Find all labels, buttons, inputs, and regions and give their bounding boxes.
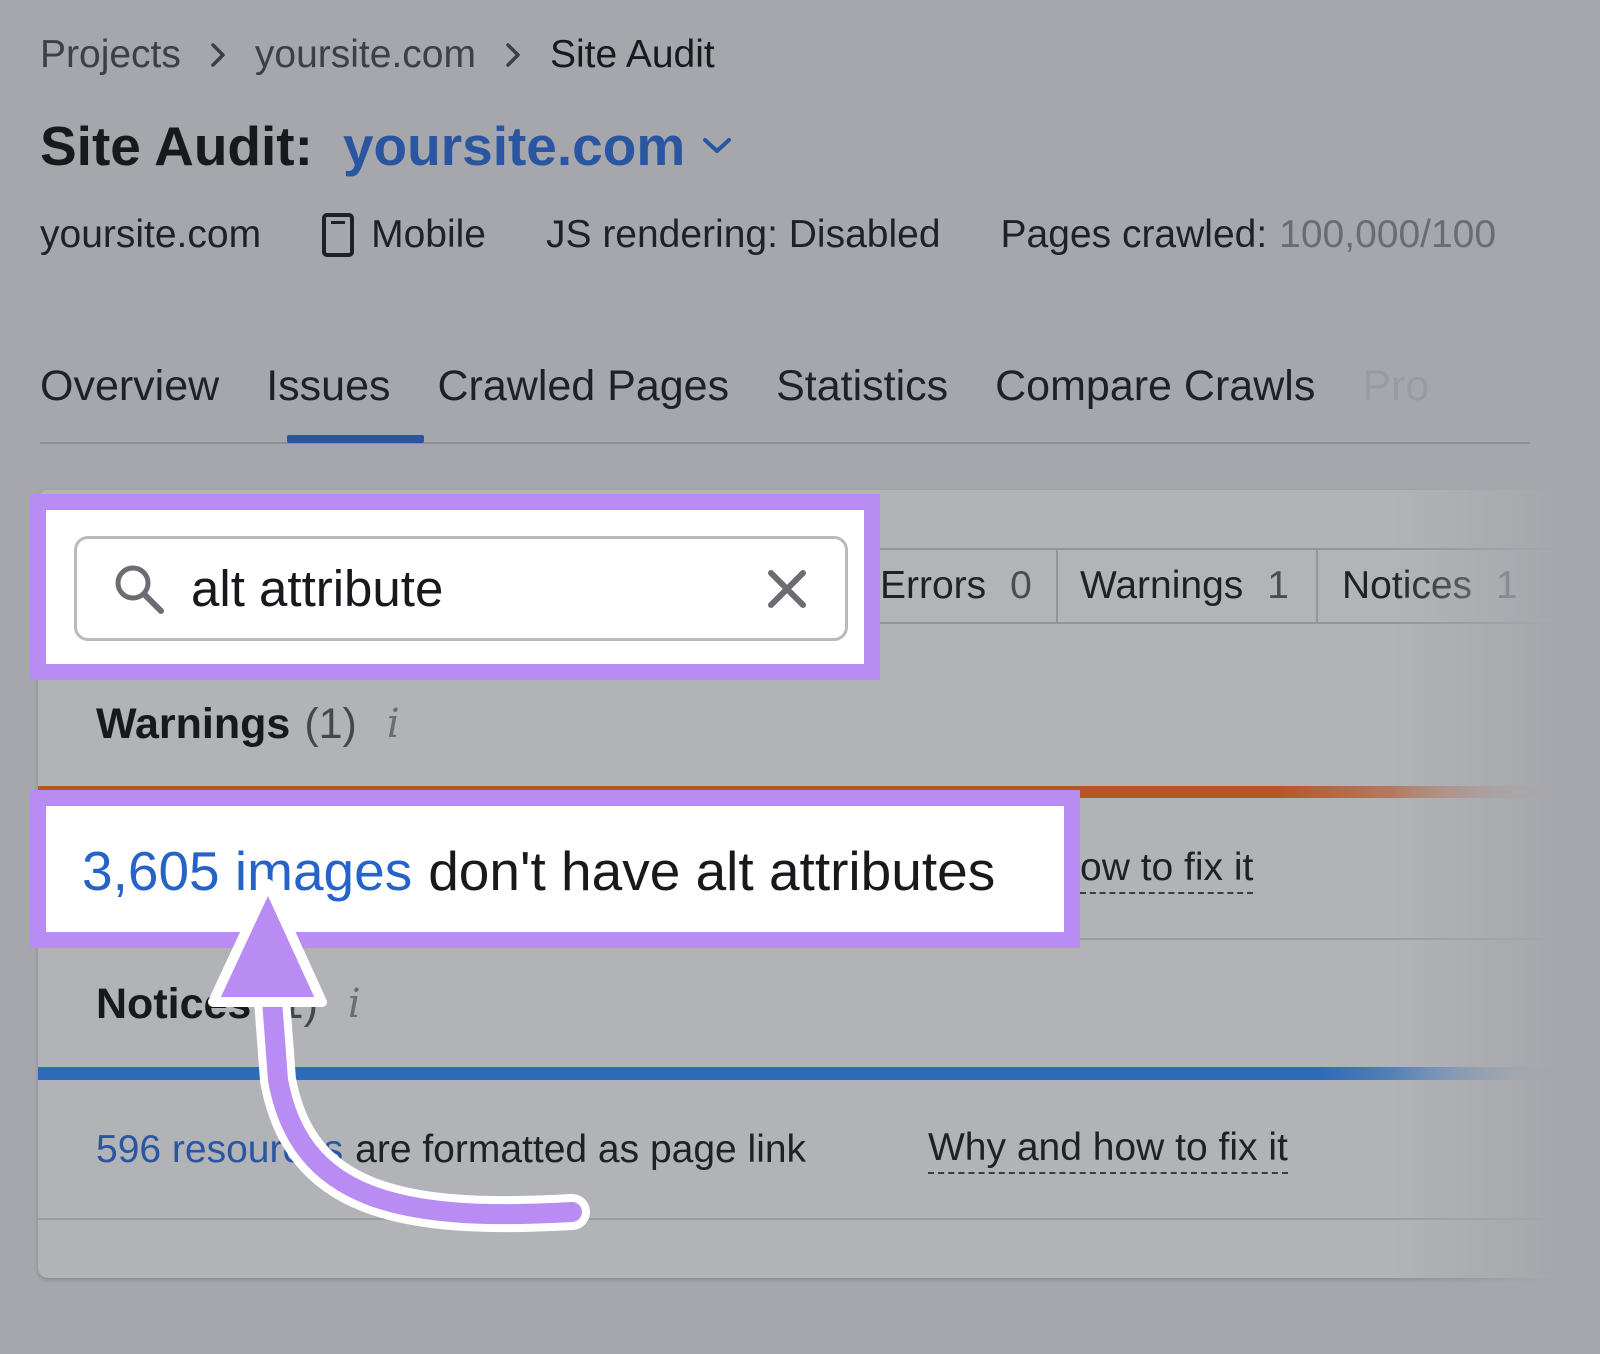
curved-arrow-icon [208, 879, 590, 1233]
